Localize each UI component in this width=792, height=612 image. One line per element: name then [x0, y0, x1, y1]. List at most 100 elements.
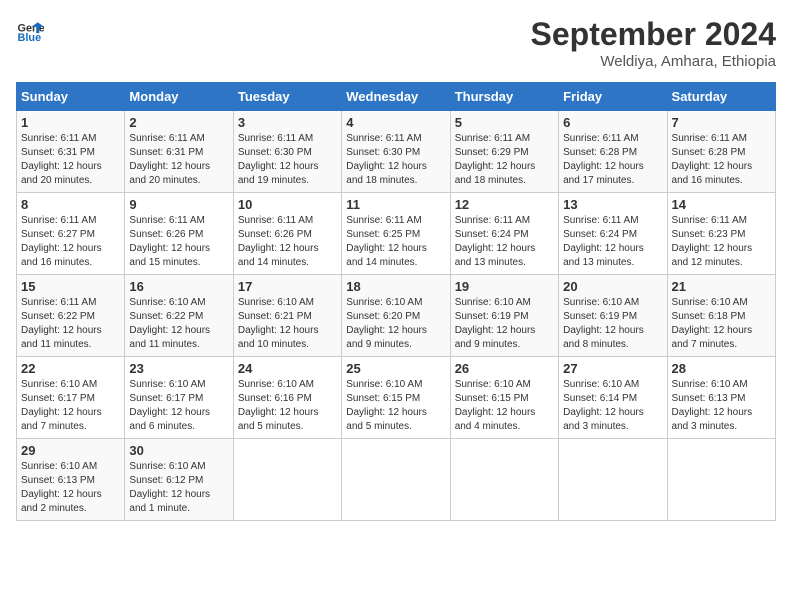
day-info: Sunrise: 6:10 AM Sunset: 6:15 PM Dayligh…	[455, 378, 554, 434]
day-number: 5	[455, 115, 554, 130]
day-number: 17	[238, 279, 337, 294]
header-cell-saturday: Saturday	[667, 83, 775, 111]
day-info: Sunrise: 6:11 AM Sunset: 6:31 PM Dayligh…	[129, 132, 228, 188]
day-number: 2	[129, 115, 228, 130]
day-cell	[559, 439, 667, 521]
day-info: Sunrise: 6:10 AM Sunset: 6:13 PM Dayligh…	[21, 460, 120, 516]
day-number: 6	[563, 115, 662, 130]
week-row-3: 15 Sunrise: 6:11 AM Sunset: 6:22 PM Dayli…	[17, 275, 776, 357]
day-info: Sunrise: 6:10 AM Sunset: 6:12 PM Dayligh…	[129, 460, 228, 516]
header-cell-sunday: Sunday	[17, 83, 125, 111]
day-number: 8	[21, 197, 120, 212]
page-header: General Blue September 2024 Weldiya, Amh…	[16, 16, 776, 70]
day-info: Sunrise: 6:11 AM Sunset: 6:26 PM Dayligh…	[238, 214, 337, 270]
day-cell	[667, 439, 775, 521]
day-number: 16	[129, 279, 228, 294]
logo: General Blue	[16, 16, 44, 44]
day-info: Sunrise: 6:11 AM Sunset: 6:30 PM Dayligh…	[346, 132, 445, 188]
day-number: 13	[563, 197, 662, 212]
day-info: Sunrise: 6:10 AM Sunset: 6:19 PM Dayligh…	[455, 296, 554, 352]
day-cell: 14Sunrise: 6:11 AM Sunset: 6:23 PM Dayli…	[667, 193, 775, 275]
day-cell: 6 Sunrise: 6:11 AM Sunset: 6:28 PM Daylig…	[559, 111, 667, 193]
week-row-4: 22 Sunrise: 6:10 AM Sunset: 6:17 PM Dayli…	[17, 357, 776, 439]
day-cell: 24 Sunrise: 6:10 AM Sunset: 6:16 PM Dayli…	[233, 357, 341, 439]
day-number: 21	[672, 279, 771, 294]
day-cell: 4Sunrise: 6:11 AM Sunset: 6:30 PM Daylig…	[342, 111, 450, 193]
day-info: Sunrise: 6:10 AM Sunset: 6:13 PM Dayligh…	[672, 378, 771, 434]
day-info: Sunrise: 6:10 AM Sunset: 6:18 PM Dayligh…	[672, 296, 771, 352]
day-number: 14	[672, 197, 771, 212]
header-cell-thursday: Thursday	[450, 83, 558, 111]
day-number: 24	[238, 361, 337, 376]
day-number: 7	[672, 115, 771, 130]
header-cell-monday: Monday	[125, 83, 233, 111]
day-info: Sunrise: 6:11 AM Sunset: 6:22 PM Dayligh…	[21, 296, 120, 352]
day-info: Sunrise: 6:11 AM Sunset: 6:29 PM Dayligh…	[455, 132, 554, 188]
day-info: Sunrise: 6:11 AM Sunset: 6:31 PM Dayligh…	[21, 132, 120, 188]
week-row-1: 1 Sunrise: 6:11 AM Sunset: 6:31 PM Daylig…	[17, 111, 776, 193]
day-number: 25	[346, 361, 445, 376]
day-info: Sunrise: 6:10 AM Sunset: 6:16 PM Dayligh…	[238, 378, 337, 434]
day-cell: 22 Sunrise: 6:10 AM Sunset: 6:17 PM Dayli…	[17, 357, 125, 439]
day-info: Sunrise: 6:10 AM Sunset: 6:14 PM Dayligh…	[563, 378, 662, 434]
calendar-header: SundayMondayTuesdayWednesdayThursdayFrid…	[17, 83, 776, 111]
day-cell	[450, 439, 558, 521]
day-cell: 25Sunrise: 6:10 AM Sunset: 6:15 PM Dayli…	[342, 357, 450, 439]
day-number: 1	[21, 115, 120, 130]
day-info: Sunrise: 6:11 AM Sunset: 6:24 PM Dayligh…	[455, 214, 554, 270]
day-cell: 21 Sunrise: 6:10 AM Sunset: 6:18 PM Dayli…	[667, 275, 775, 357]
day-number: 15	[21, 279, 120, 294]
day-number: 28	[672, 361, 771, 376]
day-info: Sunrise: 6:11 AM Sunset: 6:28 PM Dayligh…	[672, 132, 771, 188]
day-cell: 18Sunrise: 6:10 AM Sunset: 6:20 PM Dayli…	[342, 275, 450, 357]
day-cell: 16 Sunrise: 6:10 AM Sunset: 6:22 PM Dayli…	[125, 275, 233, 357]
day-cell: 19Sunrise: 6:10 AM Sunset: 6:19 PM Dayli…	[450, 275, 558, 357]
day-cell: 15 Sunrise: 6:11 AM Sunset: 6:22 PM Dayli…	[17, 275, 125, 357]
day-number: 9	[129, 197, 228, 212]
day-cell: 2 Sunrise: 6:11 AM Sunset: 6:31 PM Daylig…	[125, 111, 233, 193]
day-info: Sunrise: 6:10 AM Sunset: 6:22 PM Dayligh…	[129, 296, 228, 352]
day-number: 26	[455, 361, 554, 376]
day-cell	[233, 439, 341, 521]
header-cell-wednesday: Wednesday	[342, 83, 450, 111]
day-cell: 1 Sunrise: 6:11 AM Sunset: 6:31 PM Daylig…	[17, 111, 125, 193]
day-cell: 30 Sunrise: 6:10 AM Sunset: 6:12 PM Dayli…	[125, 439, 233, 521]
day-number: 12	[455, 197, 554, 212]
day-cell: 10 Sunrise: 6:11 AM Sunset: 6:26 PM Dayli…	[233, 193, 341, 275]
day-cell: 28 Sunrise: 6:10 AM Sunset: 6:13 PM Dayli…	[667, 357, 775, 439]
day-number: 22	[21, 361, 120, 376]
day-cell: 12 Sunrise: 6:11 AM Sunset: 6:24 PM Dayli…	[450, 193, 558, 275]
day-cell: 3Sunrise: 6:11 AM Sunset: 6:30 PM Daylig…	[233, 111, 341, 193]
day-info: Sunrise: 6:11 AM Sunset: 6:27 PM Dayligh…	[21, 214, 120, 270]
header-row: SundayMondayTuesdayWednesdayThursdayFrid…	[17, 83, 776, 111]
day-number: 29	[21, 443, 120, 458]
day-number: 11	[346, 197, 445, 212]
day-number: 10	[238, 197, 337, 212]
day-number: 30	[129, 443, 228, 458]
day-cell: 7 Sunrise: 6:11 AM Sunset: 6:28 PM Daylig…	[667, 111, 775, 193]
day-number: 3	[238, 115, 337, 130]
day-cell: 9Sunrise: 6:11 AM Sunset: 6:26 PM Daylig…	[125, 193, 233, 275]
day-cell: 27 Sunrise: 6:10 AM Sunset: 6:14 PM Dayli…	[559, 357, 667, 439]
day-info: Sunrise: 6:11 AM Sunset: 6:25 PM Dayligh…	[346, 214, 445, 270]
day-info: Sunrise: 6:10 AM Sunset: 6:21 PM Dayligh…	[238, 296, 337, 352]
day-info: Sunrise: 6:10 AM Sunset: 6:17 PM Dayligh…	[129, 378, 228, 434]
day-cell: 20Sunrise: 6:10 AM Sunset: 6:19 PM Dayli…	[559, 275, 667, 357]
day-number: 18	[346, 279, 445, 294]
day-cell: 26 Sunrise: 6:10 AM Sunset: 6:15 PM Dayli…	[450, 357, 558, 439]
day-cell: 23 Sunrise: 6:10 AM Sunset: 6:17 PM Dayli…	[125, 357, 233, 439]
day-cell	[342, 439, 450, 521]
location: Weldiya, Amhara, Ethiopia	[531, 53, 776, 70]
week-row-5: 29 Sunrise: 6:10 AM Sunset: 6:13 PM Dayli…	[17, 439, 776, 521]
day-cell: 17 Sunrise: 6:10 AM Sunset: 6:21 PM Dayli…	[233, 275, 341, 357]
day-info: Sunrise: 6:10 AM Sunset: 6:19 PM Dayligh…	[563, 296, 662, 352]
day-number: 27	[563, 361, 662, 376]
calendar-body: 1 Sunrise: 6:11 AM Sunset: 6:31 PM Daylig…	[17, 111, 776, 521]
header-cell-friday: Friday	[559, 83, 667, 111]
day-info: Sunrise: 6:11 AM Sunset: 6:28 PM Dayligh…	[563, 132, 662, 188]
day-cell: 5 Sunrise: 6:11 AM Sunset: 6:29 PM Daylig…	[450, 111, 558, 193]
header-cell-tuesday: Tuesday	[233, 83, 341, 111]
day-cell: 8 Sunrise: 6:11 AM Sunset: 6:27 PM Daylig…	[17, 193, 125, 275]
day-number: 23	[129, 361, 228, 376]
day-info: Sunrise: 6:10 AM Sunset: 6:17 PM Dayligh…	[21, 378, 120, 434]
